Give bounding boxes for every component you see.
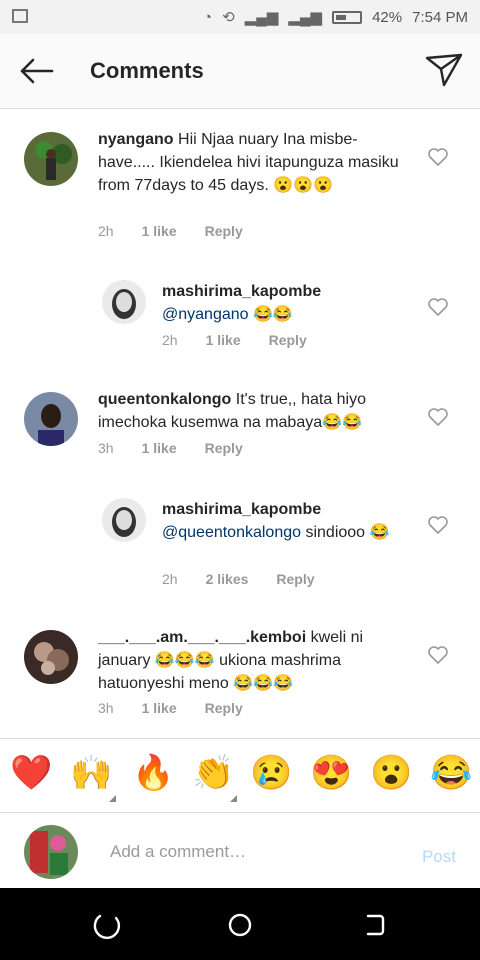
rotate-icon: ⟲	[222, 9, 235, 26]
screenshot-icon	[12, 9, 28, 23]
battery-icon	[332, 10, 363, 24]
heart-icon[interactable]	[428, 408, 448, 426]
comment-username[interactable]: mashirima_kapombe	[162, 501, 321, 518]
battery-percent: 42%	[372, 8, 403, 26]
arrow-left-icon[interactable]	[18, 56, 54, 86]
emoji-raised-hands[interactable]: 🙌	[70, 753, 112, 793]
back-nav-icon[interactable]	[360, 910, 390, 940]
emoji-clapping[interactable]: 👏	[192, 753, 234, 793]
avatar[interactable]	[102, 280, 146, 324]
comment-time: 2h	[98, 223, 114, 239]
reply-button[interactable]: Reply	[205, 440, 243, 456]
emoji-heart[interactable]: ❤️	[10, 753, 52, 793]
comment-meta: 3h 1 like Reply	[98, 440, 271, 456]
comment-text: queentonkalongo It's true,, hata hiyo im…	[98, 388, 408, 434]
comment-text: mashirima_kapombe @queentonkalongo sindi…	[162, 498, 412, 544]
paper-plane-icon[interactable]	[424, 52, 464, 88]
heart-icon[interactable]	[428, 298, 448, 316]
reply-button[interactable]: Reply	[205, 223, 243, 239]
comment-meta: 2h 1 like Reply	[98, 223, 271, 239]
clock: 7:54 PM	[412, 8, 468, 26]
likes-count[interactable]: 1 like	[142, 440, 177, 456]
signal-2-icon: ▂▄▆	[288, 9, 323, 26]
comment-text: ___.___.am.___.___.kemboi kweli ni janua…	[98, 626, 408, 695]
mention-link[interactable]: @queentonkalongo	[162, 524, 301, 541]
recent-apps-icon[interactable]	[92, 910, 122, 940]
status-icons: ◔ ⟲ ▂▄▆ ▂▄▆ 42% 7:54 PM	[203, 8, 468, 27]
comment-meta: 2h 1 like Reply	[162, 332, 335, 348]
comment-username[interactable]: ___.___.am.___.___.kemboi	[98, 629, 306, 646]
add-comment-input[interactable]	[108, 841, 392, 863]
comment-username[interactable]: mashirima_kapombe	[162, 283, 321, 300]
comment-composer: Post	[0, 812, 480, 889]
likes-count[interactable]: 1 like	[142, 223, 177, 239]
comment-time: 2h	[162, 332, 178, 348]
mention-link[interactable]: @nyangano	[162, 306, 249, 323]
comment-text: nyangano Hii Njaa nuary Ina misbe-have..…	[98, 128, 408, 197]
emoji-fire[interactable]: 🔥	[132, 753, 174, 793]
likes-count[interactable]: 1 like	[206, 332, 241, 348]
comment-meta: 3h 1 like Reply	[98, 700, 271, 716]
comment-meta: 2h 2 likes Reply	[162, 571, 343, 587]
skin-tone-indicator-icon	[109, 795, 116, 802]
emoji-quick-bar: ❤️ 🙌 🔥 👏 😢 😍 😮 😂	[0, 738, 480, 813]
comment-username[interactable]: nyangano	[98, 131, 174, 148]
post-button[interactable]: Post	[422, 847, 456, 867]
status-bar: ◔ ⟲ ▂▄▆ ▂▄▆ 42% 7:54 PM	[0, 0, 480, 34]
avatar[interactable]	[24, 630, 78, 684]
skin-tone-indicator-icon	[230, 795, 237, 802]
home-icon[interactable]	[225, 910, 255, 940]
reply-button[interactable]: Reply	[269, 332, 307, 348]
likes-count[interactable]: 2 likes	[206, 571, 249, 587]
comment-time: 2h	[162, 571, 178, 587]
comment-time: 3h	[98, 700, 114, 716]
comment-time: 3h	[98, 440, 114, 456]
page-title: Comments	[90, 58, 204, 83]
heart-icon[interactable]	[428, 646, 448, 664]
data-saver-icon: ◔	[203, 8, 213, 26]
avatar[interactable]	[24, 132, 78, 186]
header: Comments	[0, 34, 480, 109]
emoji-crying[interactable]: 😢	[250, 753, 292, 793]
avatar[interactable]	[102, 498, 146, 542]
comment-text: mashirima_kapombe @nyangano 😂😂	[162, 280, 412, 326]
emoji-astonished[interactable]: 😮	[370, 753, 412, 793]
signal-icon: ▂▄▆	[244, 9, 279, 26]
avatar[interactable]	[24, 392, 78, 446]
reply-button[interactable]: Reply	[276, 571, 314, 587]
comment-username[interactable]: queentonkalongo	[98, 391, 231, 408]
current-user-avatar	[24, 825, 78, 879]
comment-body: sindiooo 😂	[301, 524, 390, 541]
heart-icon[interactable]	[428, 148, 448, 166]
likes-count[interactable]: 1 like	[142, 700, 177, 716]
system-nav-bar	[0, 888, 480, 960]
heart-icon[interactable]	[428, 516, 448, 534]
emoji-heart-eyes[interactable]: 😍	[310, 753, 352, 793]
comment-body: 😂😂	[248, 306, 293, 323]
reply-button[interactable]: Reply	[205, 700, 243, 716]
emoji-tears-of-joy[interactable]: 😂	[430, 753, 472, 793]
